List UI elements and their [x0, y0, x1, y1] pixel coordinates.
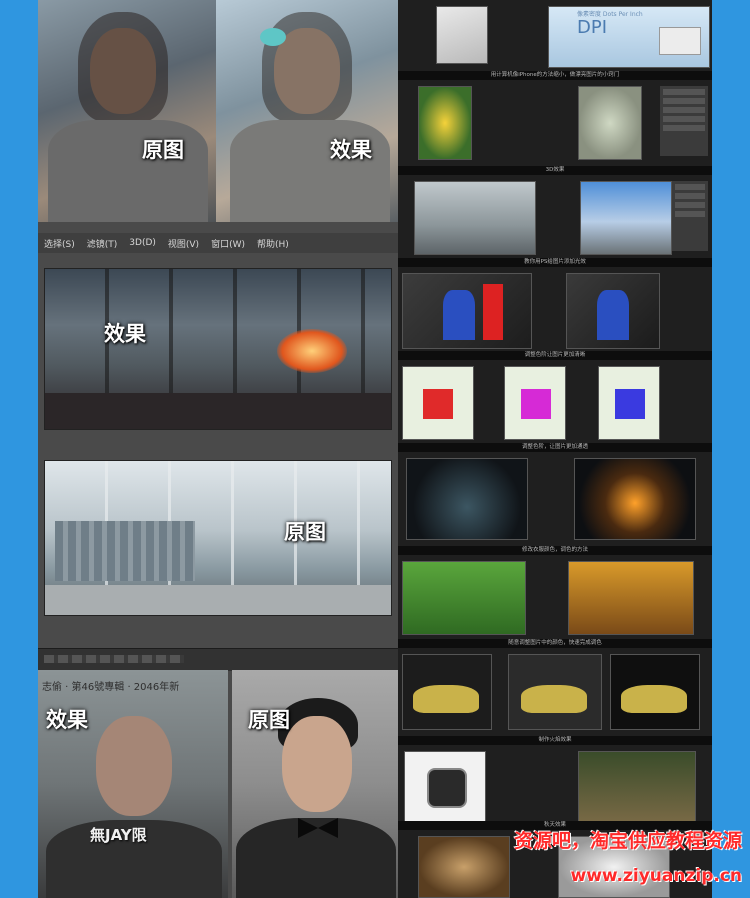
app-icon: [427, 768, 467, 808]
tutorial-tile[interactable]: 秋天效果: [398, 745, 712, 831]
city-original-caption: 原图: [284, 520, 326, 544]
top-effect-caption: 效果: [330, 138, 372, 162]
car-thumbnail-1: [402, 654, 492, 730]
tutorial-tile[interactable]: 教你用PS给图片添加光效: [398, 175, 712, 268]
head-shape: [282, 716, 352, 812]
menu-item-filter[interactable]: 滤镜(T): [87, 237, 118, 250]
blue-shirt-thumbnail: [598, 366, 660, 440]
tutorial-tile[interactable]: 制作火焰效果: [398, 648, 712, 746]
tile-caption: 随意调整图片中的颜色，快速完成调色: [398, 639, 712, 648]
shirt-shape: [423, 389, 453, 419]
right-column: DPI 像素密度 Dots Per Inch 用计算机像iPhone的方法缩小，…: [398, 0, 712, 898]
hero-before-thumbnail: [402, 273, 532, 349]
ps-toolbar: [44, 655, 184, 663]
shirt-text: 無JAY限: [90, 826, 147, 844]
head-shape: [96, 716, 172, 816]
city-original-photo: [44, 460, 392, 616]
menu-item-select[interactable]: 选择(S): [44, 237, 75, 250]
layers-panel: [660, 86, 708, 156]
skyline-shape: [55, 521, 195, 581]
lion-thumbnail: [418, 836, 510, 898]
collage-frame: 原图 效果 选择(S) 滤镜(T) 3D(D) 视图(V) 窗口(W) 帮助(H…: [38, 0, 712, 898]
tutorial-tile[interactable]: 随意调整图片中的颜色，快速完成调色: [398, 555, 712, 649]
candle-after-thumbnail: [574, 458, 696, 540]
app-icon-thumbnail: [404, 751, 486, 825]
tile-caption: 修改衣服颜色，调色的方法: [398, 546, 712, 555]
tile-caption: 调整色阶，让图片更加通透: [398, 443, 712, 452]
top-effect-photo: [216, 0, 398, 222]
building-before-thumbnail: [414, 181, 536, 255]
tile-caption: 制作火焰效果: [398, 736, 712, 745]
tile-caption: 用计算机像iPhone的方法缩小，做漂亮图片的小窍门: [398, 71, 712, 80]
forest-green-thumbnail: [402, 561, 526, 635]
shirt-shape: [615, 389, 645, 419]
ps-window-strip: [38, 648, 398, 671]
person-shape: [443, 290, 475, 340]
hero-after-thumbnail: [566, 273, 660, 349]
tutorial-tile[interactable]: 修改衣服颜色，调色的方法: [398, 452, 712, 556]
tile-caption: 教你用PS给图片添加光效: [398, 258, 712, 267]
tutorial-tile[interactable]: 3D效果: [398, 80, 712, 176]
menu-item-help[interactable]: 帮助(H): [257, 237, 289, 250]
forest-scene-thumbnail: [578, 751, 696, 825]
top-original-photo: [38, 0, 216, 222]
floor-shape: [45, 585, 391, 615]
magazine-header: 志偷 · 第46號專輯 · 2046年新: [42, 682, 180, 693]
city-effect-caption: 效果: [104, 322, 146, 346]
explosion-shape: [277, 329, 347, 373]
car-shape: [521, 685, 587, 713]
suit-shape: [236, 818, 396, 898]
shirt-shape: [521, 389, 551, 419]
menu-item-3d[interactable]: 3D(D): [129, 238, 156, 248]
sketch-thumbnail: [436, 6, 488, 64]
tutorial-tile[interactable]: DPI 像素密度 Dots Per Inch 用计算机像iPhone的方法缩小，…: [398, 0, 712, 81]
dpi-thumbnail: DPI 像素密度 Dots Per Inch: [548, 6, 710, 68]
top-original-caption: 原图: [142, 138, 184, 162]
poster-thumbnail: [418, 86, 472, 160]
jacket-shape: [48, 120, 208, 222]
city-effect-photo: [44, 268, 392, 430]
magenta-shirt-thumbnail: [504, 366, 566, 440]
menu-item-window[interactable]: 窗口(W): [211, 237, 245, 250]
tutorial-tile[interactable]: 调整色阶，让图片更加通透: [398, 360, 712, 453]
dpi-title: DPI: [577, 17, 608, 38]
person-shape: [597, 290, 629, 340]
left-column: 原图 效果 选择(S) 滤镜(T) 3D(D) 视图(V) 窗口(W) 帮助(H…: [38, 0, 398, 898]
watermark-line-1: 资源吧，淘宝供应教程资源: [513, 830, 742, 852]
portrait-effect-caption: 效果: [46, 708, 88, 732]
portrait-original-caption: 原图: [248, 708, 290, 732]
car-thumbnail-3: [610, 654, 700, 730]
dpi-subtitle: 像素密度 Dots Per Inch: [577, 11, 643, 18]
tile-caption: 调整色阶让图片更加清晰: [398, 351, 712, 360]
red-shirt-thumbnail: [402, 366, 474, 440]
tutorial-tile[interactable]: 调整色阶让图片更加清晰: [398, 267, 712, 361]
monster-thumbnail: [578, 86, 642, 160]
car-shape: [621, 685, 687, 713]
tile-caption: 3D效果: [398, 166, 712, 175]
candle-before-thumbnail: [406, 458, 528, 540]
layers-panel: [672, 181, 708, 251]
watermark-line-2: www.ziyuanzip.cn: [570, 866, 743, 886]
forest-autumn-thumbnail: [568, 561, 694, 635]
monitor-icon: [659, 27, 701, 55]
app-menubar: 选择(S) 滤镜(T) 3D(D) 视图(V) 窗口(W) 帮助(H): [38, 233, 398, 253]
floor-shape: [45, 393, 391, 429]
hair-shape: [78, 12, 168, 122]
building-after-thumbnail: [580, 181, 672, 255]
hair-bow-icon: [260, 28, 286, 46]
cape-shape: [483, 284, 503, 340]
menu-item-view[interactable]: 视图(V): [168, 237, 199, 250]
car-thumbnail-2: [508, 654, 602, 730]
car-shape: [413, 685, 479, 713]
